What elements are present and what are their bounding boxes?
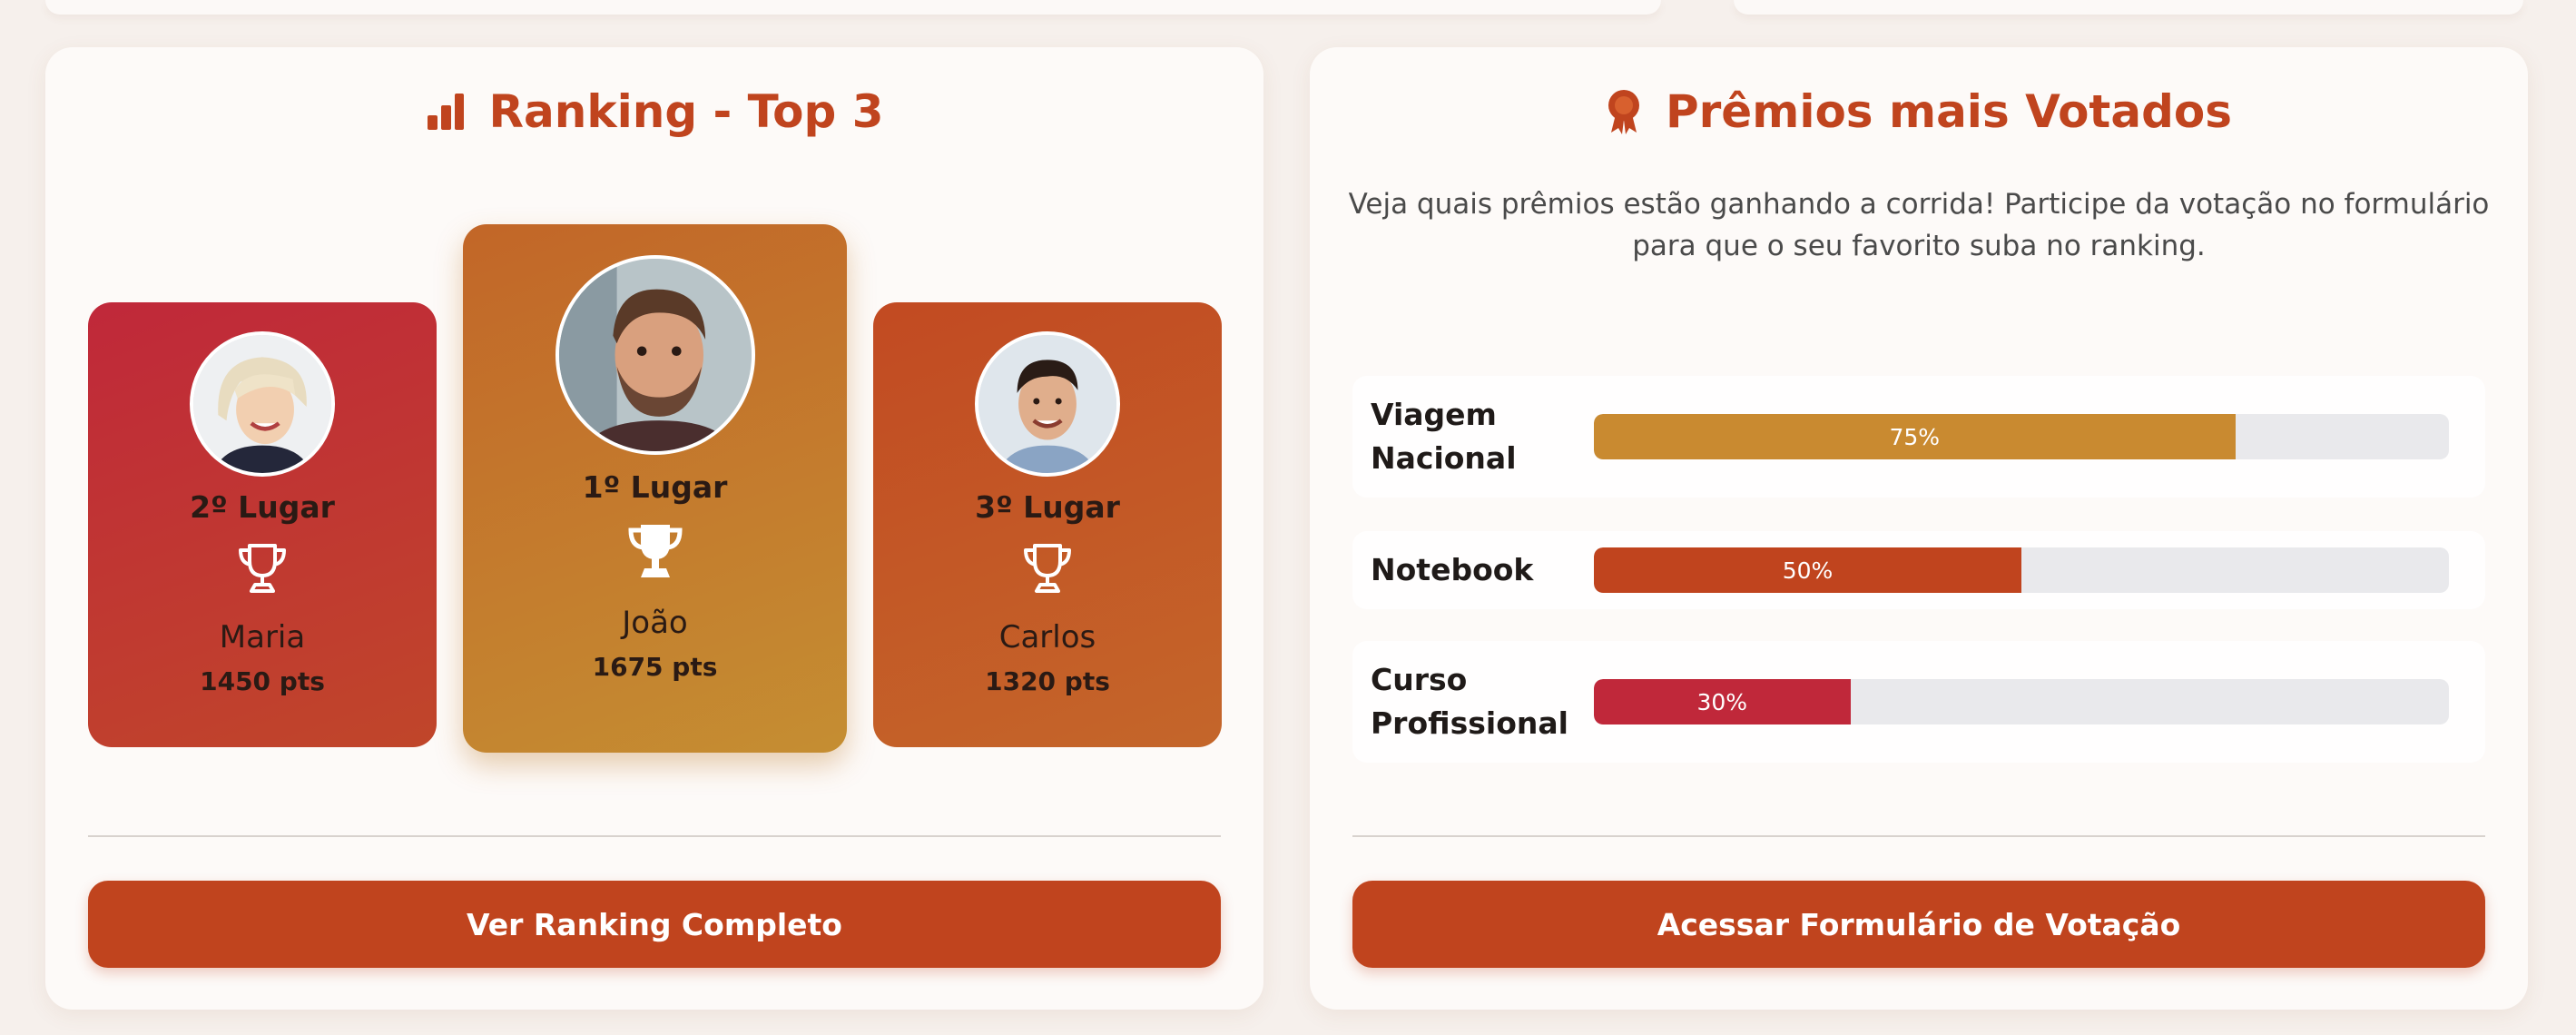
prizes-title-text: Prêmios mais Votados — [1666, 85, 2232, 138]
vote-row-curso: Curso Profissional 30% — [1352, 641, 2485, 763]
top-strip-right — [1734, 0, 2523, 15]
avatar-maria — [190, 331, 335, 477]
award-ribbon-icon — [1606, 89, 1642, 134]
progress-track: 50% — [1594, 547, 2449, 593]
prizes-divider — [1352, 835, 2485, 837]
place-label: 2º Lugar — [190, 489, 335, 525]
top-strip-left — [45, 0, 1661, 15]
progress-track: 30% — [1594, 679, 2449, 724]
trophy-outline-icon — [236, 541, 289, 599]
trophy-solid-icon — [626, 521, 684, 585]
player-points: 1450 pts — [200, 666, 325, 696]
podium-third-place: 3º Lugar Carlos 1320 pts — [873, 302, 1222, 747]
prize-label: Curso Profissional — [1371, 662, 1568, 741]
vote-row-viagem: Viagem Nacional 75% — [1352, 376, 2485, 498]
vote-row-notebook: Notebook 50% — [1352, 531, 2485, 609]
full-ranking-button[interactable]: Ver Ranking Completo — [88, 881, 1221, 968]
place-label: 1º Lugar — [582, 469, 728, 505]
player-name: Maria — [219, 619, 306, 656]
ranking-divider — [88, 835, 1221, 837]
ranking-card: Ranking - Top 3 2º Lugar Maria 1450 pts … — [45, 47, 1263, 1010]
place-label: 3º Lugar — [975, 489, 1120, 525]
player-points: 1675 pts — [592, 652, 718, 682]
prizes-card: Prêmios mais Votados Veja quais prêmios … — [1310, 47, 2528, 1010]
trophy-outline-icon — [1021, 541, 1074, 599]
avatar-joao — [555, 255, 755, 455]
progress-bar: 30% — [1594, 679, 1851, 724]
progress-bar: 75% — [1594, 414, 2236, 459]
podium-second-place: 2º Lugar Maria 1450 pts — [88, 302, 437, 747]
prize-label: Viagem Nacional — [1371, 397, 1517, 476]
prizes-title: Prêmios mais Votados — [1310, 85, 2528, 138]
avatar-carlos — [975, 331, 1120, 477]
player-name: João — [622, 605, 688, 641]
player-name: Carlos — [998, 619, 1096, 656]
prize-label: Notebook — [1371, 552, 1534, 587]
progress-track: 75% — [1594, 414, 2449, 459]
podium-first-place: 1º Lugar João 1675 pts — [463, 224, 847, 753]
progress-bar: 50% — [1594, 547, 2021, 593]
ranking-title: Ranking - Top 3 — [45, 85, 1263, 138]
prizes-description: Veja quais prêmios estão ganhando a corr… — [1348, 188, 2490, 262]
player-points: 1320 pts — [985, 666, 1110, 696]
voting-form-button[interactable]: Acessar Formulário de Votação — [1352, 881, 2485, 968]
bar-chart-icon — [426, 92, 466, 132]
ranking-title-text: Ranking - Top 3 — [488, 85, 884, 138]
